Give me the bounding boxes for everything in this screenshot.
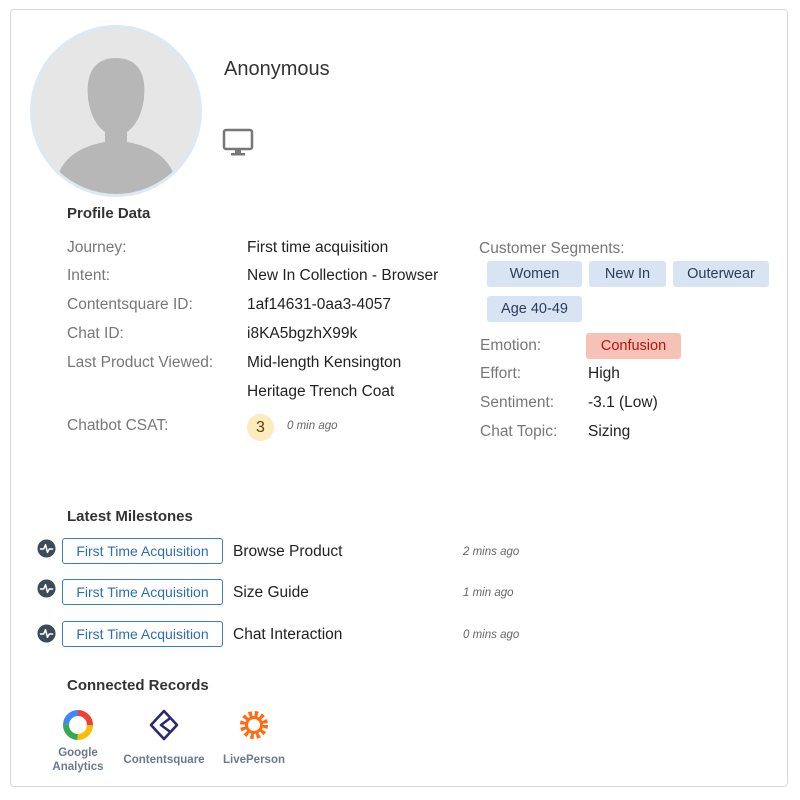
monitor-icon [222, 128, 254, 156]
milestone-tag[interactable]: First Time Acquisition [62, 579, 223, 605]
chat-id-label: Chat ID: [67, 325, 124, 342]
milestone-time: 0 mins ago [463, 629, 520, 641]
person-placeholder-icon [33, 28, 199, 194]
record-label: Google [58, 747, 98, 759]
profile-name: Anonymous [224, 58, 330, 80]
sentiment-value: -3.1 (Low) [588, 394, 658, 411]
csat-time: 0 min ago [287, 420, 338, 432]
journey-value: First time acquisition [247, 239, 389, 256]
intent-value: New In Collection - Browser [247, 267, 439, 284]
liveperson-logo [240, 711, 268, 739]
segment-chip: Age 40-49 [487, 296, 582, 322]
milestone-event: Browse Product [233, 543, 343, 560]
sentiment-label: Sentiment: [480, 394, 555, 411]
activity-icon [37, 539, 56, 558]
milestones-title: Latest Milestones [67, 508, 193, 525]
contentsquare-id-value: 1af14631-0aa3-4057 [247, 296, 391, 313]
contentsquare-id-label: Contentsquare ID: [67, 296, 193, 313]
csat-label: Chatbot CSAT: [67, 417, 169, 434]
milestone-time: 2 mins ago [463, 546, 520, 558]
contentsquare-record[interactable]: Contentsquare [116, 708, 212, 767]
record-label: Analytics [52, 761, 104, 773]
effort-value: High [588, 365, 620, 382]
profile-data-title: Profile Data [67, 205, 151, 222]
milestone-time: 1 min ago [463, 587, 514, 599]
google-analytics-logo [63, 710, 93, 740]
segment-chip: Outerwear [673, 261, 769, 287]
segment-chip: New In [589, 261, 666, 287]
intent-label: Intent: [67, 267, 111, 284]
contentsquare-logo [149, 709, 179, 741]
segment-chip: Women [487, 261, 582, 287]
effort-label: Effort: [480, 365, 522, 382]
milestone-tag[interactable]: First Time Acquisition [62, 538, 223, 564]
milestone-event: Size Guide [233, 584, 309, 601]
last-product-value-line2: Heritage Trench Coat [247, 383, 395, 400]
last-product-value-line1: Mid-length Kensington [247, 354, 402, 371]
emotion-badge: Confusion [586, 333, 681, 359]
record-label: Contentsquare [123, 754, 205, 766]
chat-topic-value: Sizing [588, 423, 631, 440]
csat-score-badge: 3 [247, 414, 274, 441]
emotion-label: Emotion: [480, 337, 542, 354]
segments-label: Customer Segments: [479, 240, 625, 257]
journey-label: Journey: [67, 239, 127, 256]
last-product-label: Last Product Viewed: [67, 354, 214, 371]
activity-icon [37, 624, 56, 643]
chat-topic-label: Chat Topic: [480, 423, 558, 440]
liveperson-record[interactable]: LivePerson [220, 708, 288, 767]
chat-id-value: i8KA5bgzhX99k [247, 325, 358, 342]
google-analytics-record[interactable]: Google Analytics [46, 708, 110, 774]
connected-records-title: Connected Records [67, 677, 209, 694]
milestone-event: Chat Interaction [233, 626, 343, 643]
activity-icon [37, 579, 56, 598]
avatar [33, 28, 199, 194]
record-label: LivePerson [223, 754, 285, 766]
milestone-tag[interactable]: First Time Acquisition [62, 621, 223, 647]
